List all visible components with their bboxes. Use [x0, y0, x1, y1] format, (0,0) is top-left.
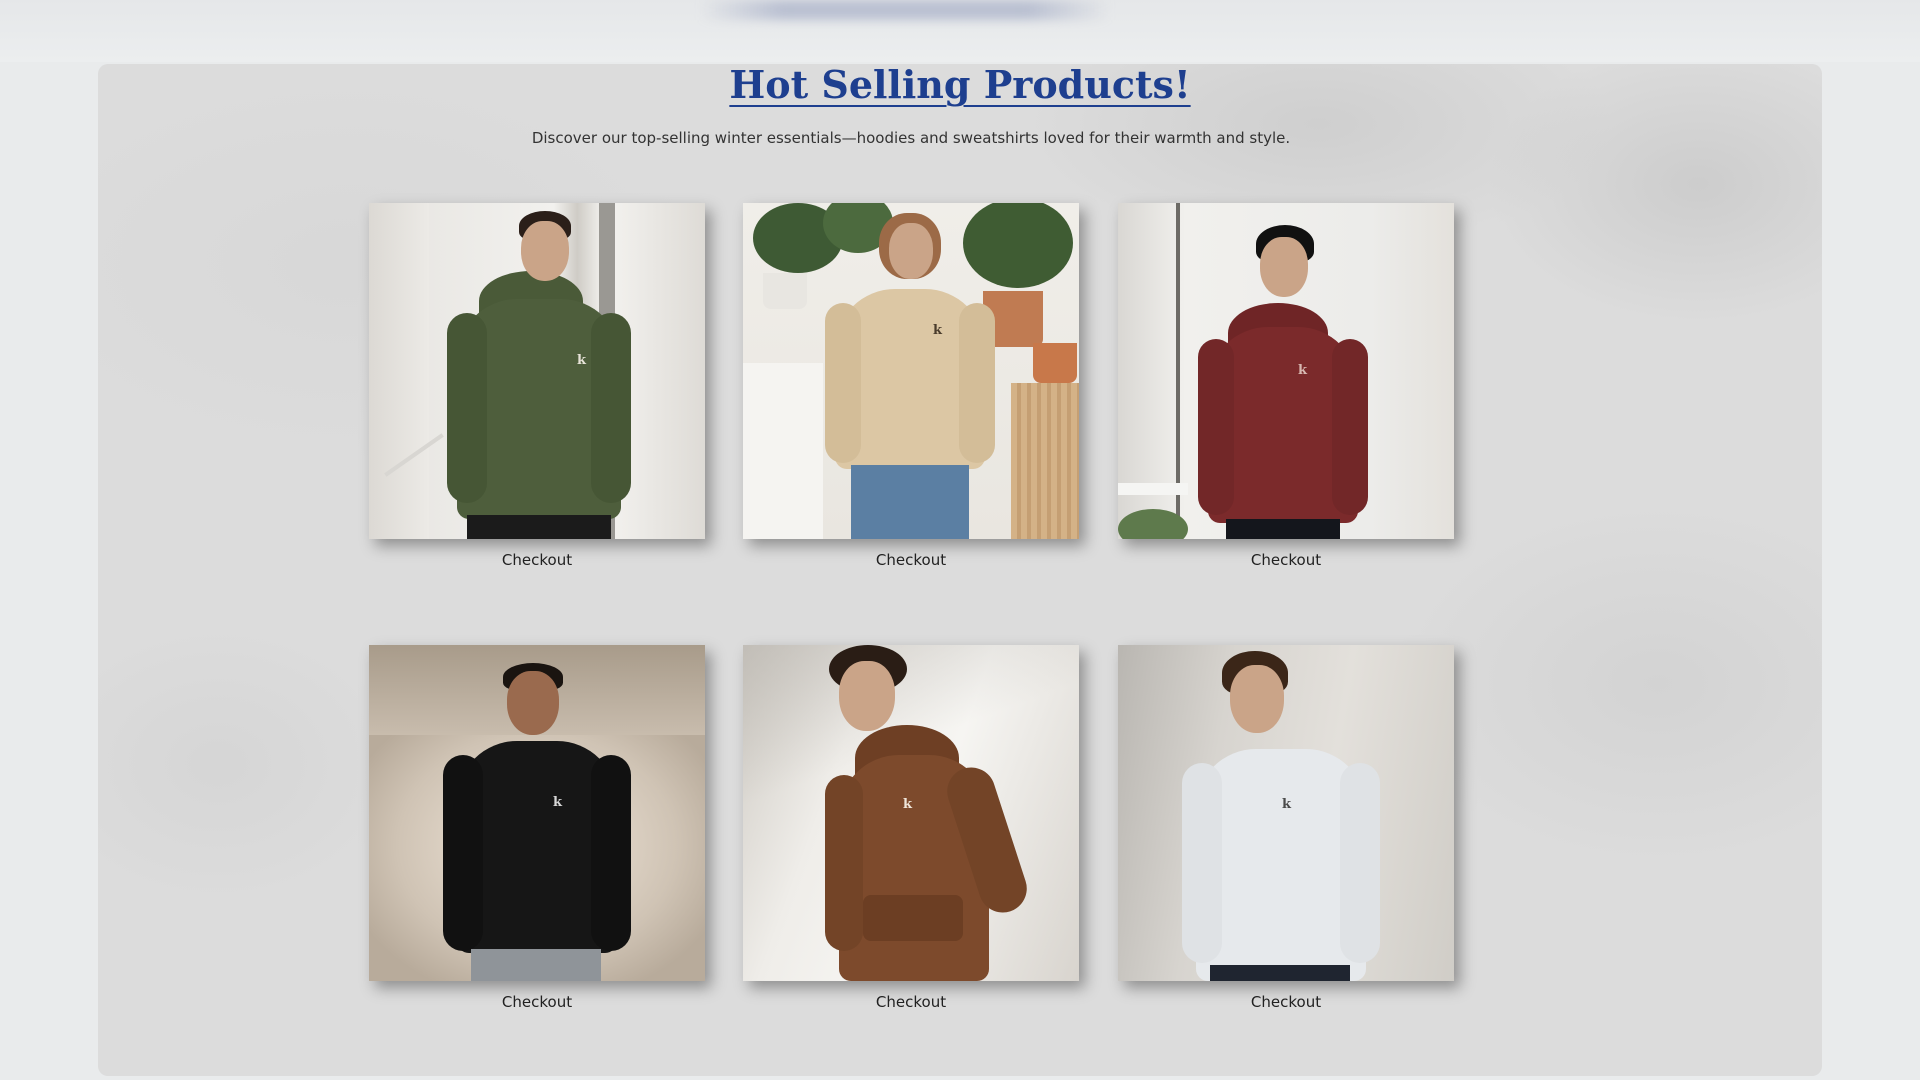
brand-logo: k — [553, 795, 563, 810]
product-image[interactable]: k — [1118, 645, 1454, 981]
checkout-link[interactable]: Checkout — [743, 993, 1079, 1011]
product-image[interactable]: k — [369, 645, 705, 981]
brand-logo: k — [1298, 363, 1308, 378]
product-image[interactable]: k — [743, 645, 1079, 981]
section-subtitle: Discover our top-selling winter essentia… — [531, 129, 1291, 147]
checkout-link[interactable]: Checkout — [1118, 551, 1454, 569]
brand-logo: k — [933, 323, 943, 338]
product-image[interactable]: k — [369, 203, 705, 539]
brand-logo: k — [577, 353, 587, 368]
checkout-link[interactable]: Checkout — [1118, 993, 1454, 1011]
product-card[interactable]: k Checkout — [369, 645, 705, 1011]
product-card[interactable]: k Checkout — [369, 203, 705, 569]
product-image[interactable]: k — [1118, 203, 1454, 539]
product-card[interactable]: k Checkout — [743, 203, 1079, 569]
product-card[interactable]: k Checkout — [1118, 203, 1454, 569]
checkout-link[interactable]: Checkout — [369, 551, 705, 569]
checkout-link[interactable]: Checkout — [369, 993, 705, 1011]
top-blur-element — [700, 0, 1110, 20]
section-title: Hot Selling Products! — [0, 62, 1920, 107]
section-title-text[interactable]: Hot Selling Products! — [729, 62, 1190, 107]
brand-logo: k — [903, 797, 913, 812]
product-image[interactable]: k — [743, 203, 1079, 539]
brand-logo: k — [1282, 797, 1292, 812]
product-card[interactable]: k Checkout — [1118, 645, 1454, 1011]
product-card[interactable]: k Checkout — [743, 645, 1079, 1011]
checkout-link[interactable]: Checkout — [743, 551, 1079, 569]
